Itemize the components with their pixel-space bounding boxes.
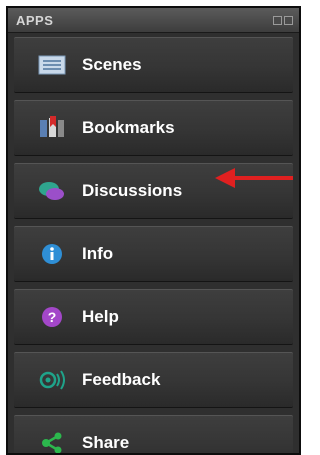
annotation-arrow-icon bbox=[215, 168, 293, 188]
app-item-bookmarks[interactable]: Bookmarks bbox=[14, 100, 293, 156]
app-item-share[interactable]: Share bbox=[14, 415, 293, 453]
app-item-label: Discussions bbox=[82, 181, 183, 200]
info-icon bbox=[34, 239, 70, 269]
apps-panel: APPS Scenes Bookmarks Discussions Info ?… bbox=[6, 6, 301, 455]
window-controls bbox=[273, 15, 293, 25]
apps-list: Scenes Bookmarks Discussions Info ? Help… bbox=[8, 33, 299, 453]
svg-text:?: ? bbox=[48, 309, 57, 325]
help-icon: ? bbox=[34, 302, 70, 332]
restore-icon[interactable] bbox=[273, 15, 282, 25]
bookmarks-icon bbox=[34, 113, 70, 143]
app-item-label: Help bbox=[82, 307, 119, 326]
panel-title: APPS bbox=[16, 12, 54, 28]
app-item-label: Scenes bbox=[82, 55, 142, 74]
close-icon[interactable] bbox=[284, 15, 293, 25]
app-item-scenes[interactable]: Scenes bbox=[14, 37, 293, 93]
discussions-icon bbox=[34, 176, 70, 206]
app-item-label: Share bbox=[82, 433, 130, 452]
scenes-icon bbox=[34, 50, 70, 80]
feedback-icon bbox=[34, 365, 70, 395]
app-item-label: Feedback bbox=[82, 370, 161, 389]
share-icon bbox=[34, 428, 70, 453]
app-item-feedback[interactable]: Feedback bbox=[14, 352, 293, 408]
app-item-info[interactable]: Info bbox=[14, 226, 293, 282]
app-item-help[interactable]: ? Help bbox=[14, 289, 293, 345]
app-item-label: Bookmarks bbox=[82, 118, 175, 137]
app-item-label: Info bbox=[82, 244, 114, 263]
panel-titlebar: APPS bbox=[8, 8, 299, 33]
